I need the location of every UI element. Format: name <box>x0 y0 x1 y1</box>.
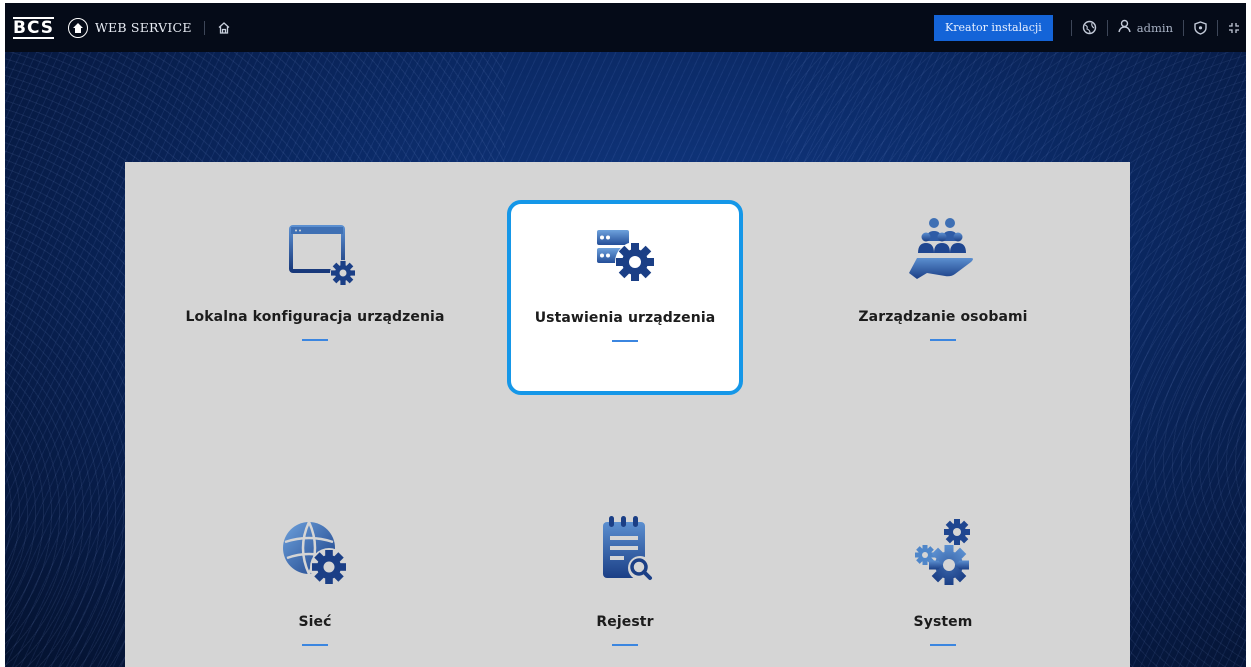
tile-log[interactable]: Rejestr <box>510 512 740 667</box>
people-management-icon <box>897 207 989 287</box>
home-icon[interactable] <box>217 21 231 35</box>
shield-icon[interactable] <box>1194 20 1207 35</box>
local-config-icon <box>269 207 361 287</box>
tile-label: Ustawienia urządzenia <box>534 310 716 326</box>
main-menu-panel: Lokalna konfiguracja urządzenia Ustawien… <box>125 162 1130 667</box>
globe-icon <box>68 17 88 38</box>
divider <box>1183 19 1184 36</box>
tile-label: Rejestr <box>596 614 654 630</box>
language-icon[interactable] <box>1082 20 1097 35</box>
tile-underline <box>612 340 638 342</box>
service-label: WEB SERVICE <box>95 20 192 35</box>
tile-label: Lokalna konfiguracja urządzenia <box>185 309 445 325</box>
divider <box>1217 19 1218 36</box>
tile-device-settings[interactable]: Ustawienia urządzenia <box>507 200 743 395</box>
top-bar: BCS WEB SERVICE Kreator instalacji admin <box>5 3 1246 52</box>
system-icon <box>897 512 989 592</box>
tile-system[interactable]: System <box>828 512 1058 667</box>
tile-underline <box>930 644 956 646</box>
tile-label: Zarządzanie osobami <box>858 309 1028 325</box>
tile-local-config[interactable]: Lokalna konfiguracja urządzenia <box>186 207 444 392</box>
log-icon <box>579 512 671 592</box>
tile-underline <box>302 339 328 341</box>
tile-label: Sieć <box>298 614 332 630</box>
user-menu[interactable]: admin <box>1118 18 1173 37</box>
divider <box>1106 19 1108 36</box>
installation-wizard-button[interactable]: Kreator instalacji <box>934 14 1053 41</box>
tile-underline <box>612 644 638 646</box>
tile-network[interactable]: Sieć <box>200 512 430 667</box>
tile-people-management[interactable]: Zarządzanie osobami <box>828 207 1058 392</box>
app-background: BCS WEB SERVICE Kreator instalacji admin <box>5 3 1246 667</box>
tile-underline <box>930 339 956 341</box>
divider <box>1070 19 1072 36</box>
tile-underline <box>302 644 328 646</box>
brand-logo[interactable]: BCS <box>13 16 54 39</box>
network-icon <box>269 512 361 592</box>
user-icon <box>1118 18 1131 37</box>
username: admin <box>1136 20 1173 35</box>
fullscreen-icon[interactable] <box>1228 22 1240 34</box>
device-settings-icon <box>579 204 671 288</box>
divider <box>203 20 205 35</box>
tile-label: System <box>913 614 973 630</box>
